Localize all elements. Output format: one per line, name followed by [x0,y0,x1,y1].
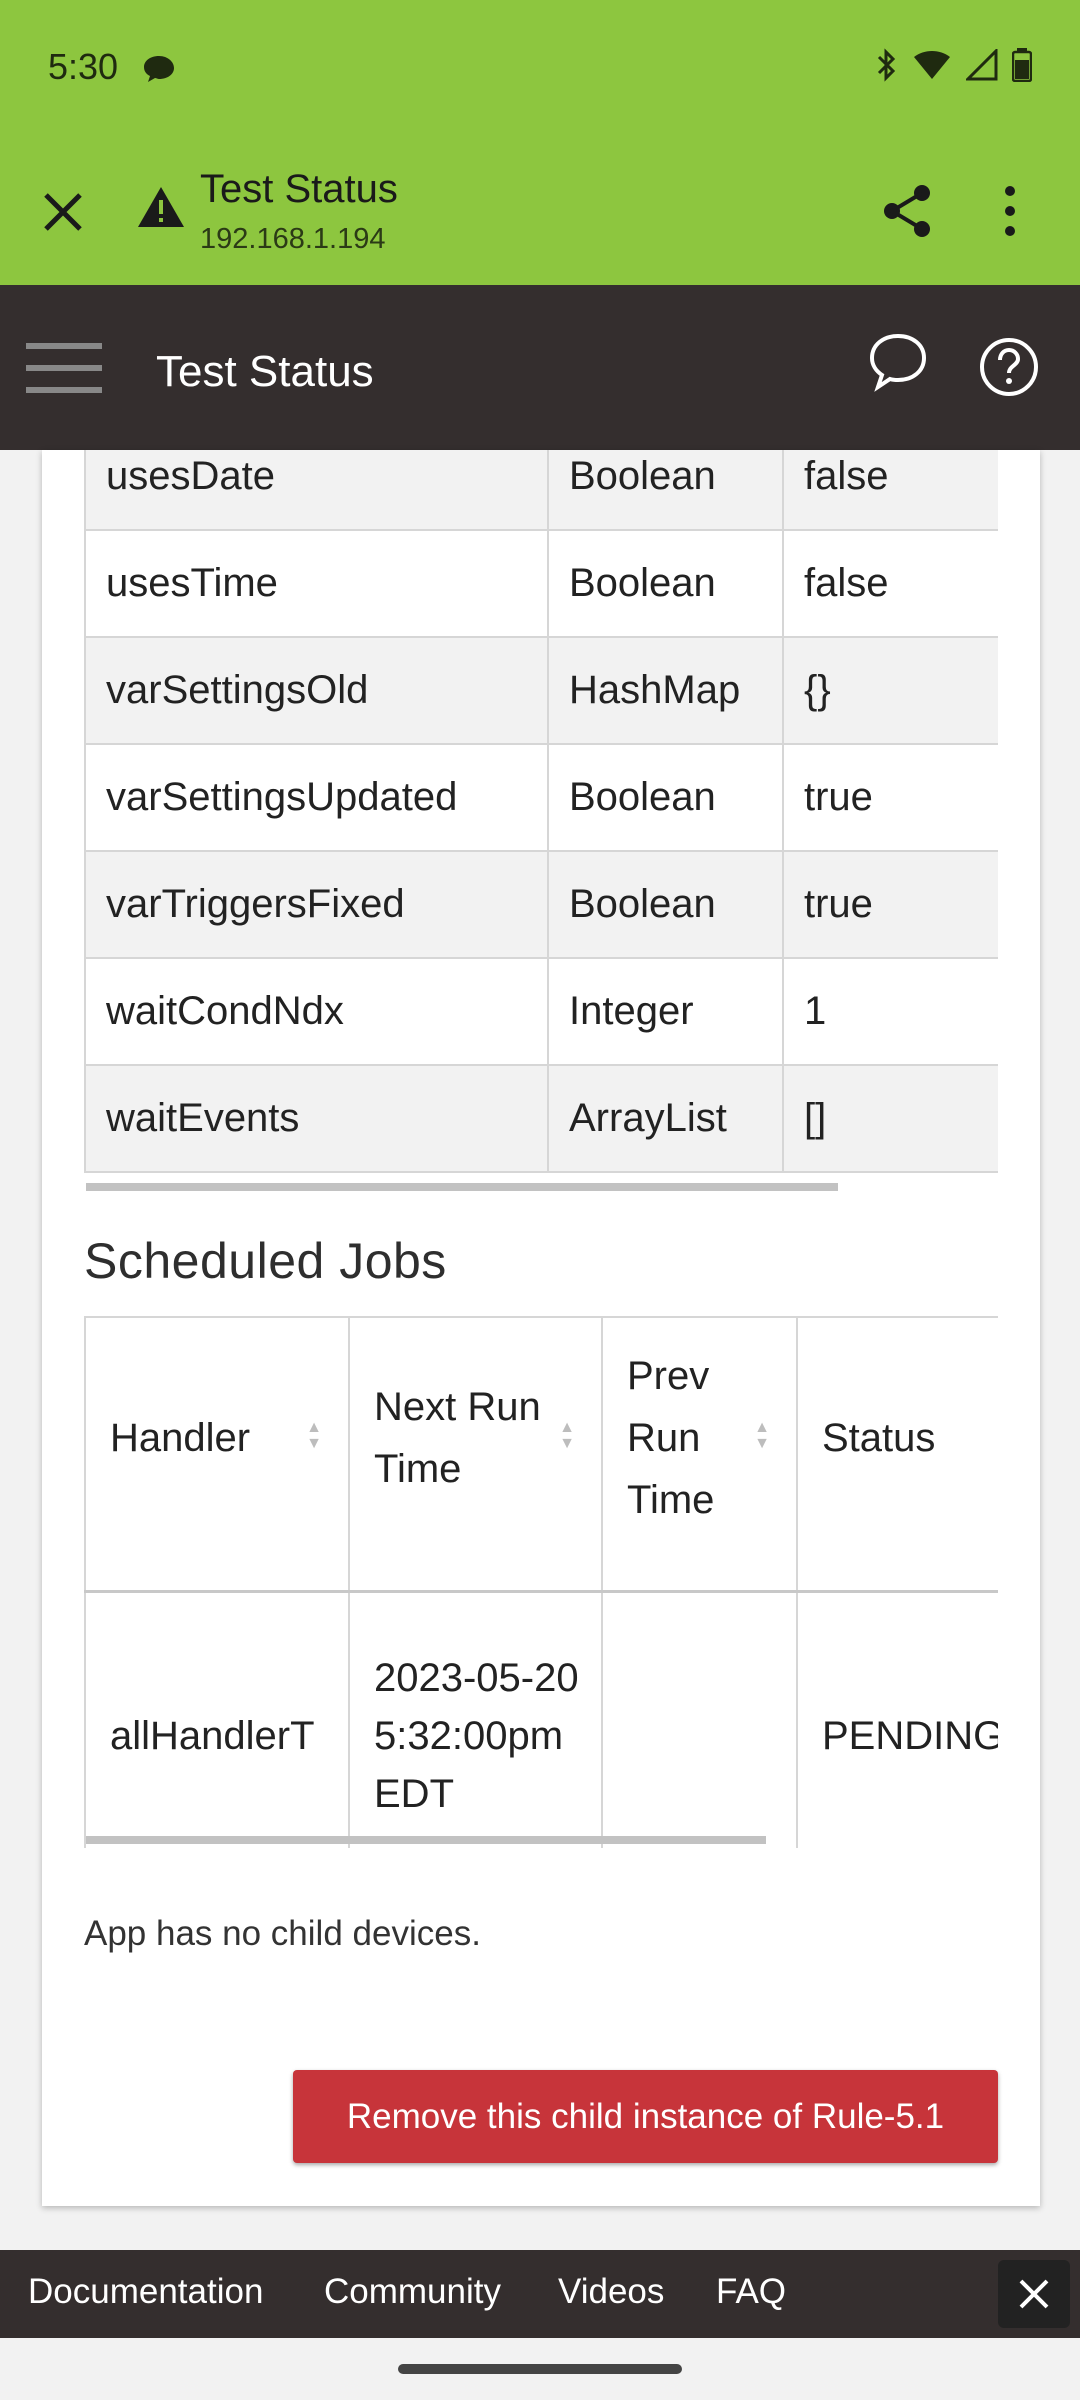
close-icon [1019,2279,1049,2309]
var-type: HashMap [547,636,784,745]
gesture-handle[interactable] [398,2364,682,2374]
table-row: usesTime Boolean false [84,529,998,638]
chat-icon[interactable] [868,332,928,392]
footer-link-documentation[interactable]: Documentation [28,2272,263,2312]
var-name: usesDate [84,450,549,531]
hamburger-menu-icon[interactable] [26,341,102,395]
close-footer-button[interactable] [998,2260,1070,2328]
var-value: true [782,850,998,959]
more-options-icon[interactable] [1000,185,1020,237]
table-row: usesDate Boolean false [84,450,998,531]
job-status: PENDING [796,1590,998,1848]
var-type: Boolean [547,743,784,852]
var-name: varTriggersFixed [84,850,549,959]
column-header-prev-run[interactable]: Prev Run Time ▲ ▼ [601,1316,798,1593]
browser-page-title: Test Status [200,167,398,211]
sort-arrows-icon: ▲ ▼ [559,1419,575,1452]
var-name: waitCondNdx [84,957,549,1066]
close-tab-icon[interactable] [38,187,88,237]
var-name: waitEvents [84,1064,549,1173]
scheduled-jobs-table: Handler ▲ ▼ Next Run Time ▲ ▼ Prev Run Time ▲… [84,1316,998,1848]
remove-child-instance-button[interactable]: Remove this child instance of Rule-5.1 [293,2070,998,2163]
table-row: waitEvents ArrayList [] [84,1064,998,1173]
browser-toolbar: Test Status 192.168.1.194 [0,135,1080,285]
var-value: false [782,450,998,531]
var-type: Boolean [547,529,784,638]
system-icons [874,48,1032,82]
status-bar: 5:30 [0,0,1080,135]
job-handler: allHandlerT [84,1590,350,1848]
job-prev-run [601,1590,798,1848]
footer-link-community[interactable]: Community [324,2272,501,2312]
status-time: 5:30 [48,46,119,87]
battery-icon [1012,48,1032,82]
table-row: allHandlerT 2023-05-20 5:32:00pm EDT PEN… [84,1590,998,1848]
var-name: varSettingsUpdated [84,743,549,852]
var-name: usesTime [84,529,549,638]
var-type: Boolean [547,450,784,531]
var-type: Boolean [547,850,784,959]
footer-nav: Documentation Community Videos FAQ [0,2250,1080,2338]
var-name: varSettingsOld [84,636,549,745]
var-value: 1 [782,957,998,1066]
footer-link-faq[interactable]: FAQ [716,2272,786,2312]
help-icon[interactable] [978,336,1040,398]
wifi-icon [914,51,950,79]
var-type: Integer [547,957,784,1066]
table-row: varSettingsOld HashMap {} [84,636,998,745]
column-header-handler[interactable]: Handler ▲ ▼ [84,1316,350,1593]
table-header-row: Handler ▲ ▼ Next Run Time ▲ ▼ Prev Run Time ▲… [84,1316,998,1593]
browser-url[interactable]: 192.168.1.194 [200,223,385,256]
cell-signal-icon [966,49,998,81]
column-header-status[interactable]: Status▲▼ [796,1316,998,1593]
sort-arrows-icon: ▲ ▼ [306,1419,322,1452]
state-variables-table-scroll[interactable]: usesDate Boolean false usesTime Boolean … [84,450,998,1197]
scheduled-jobs-table-scroll[interactable]: Handler ▲ ▼ Next Run Time ▲ ▼ Prev Run Time ▲… [84,1316,998,1848]
sort-arrows-icon: ▲ ▼ [754,1419,770,1452]
app-title: Test Status [156,347,374,396]
variables-horizontal-scrollbar[interactable] [86,1183,838,1191]
table-row: varTriggersFixed Boolean true [84,850,998,959]
state-variables-table: usesDate Boolean false usesTime Boolean … [84,450,998,1173]
footer-link-videos[interactable]: Videos [558,2272,664,2312]
jobs-horizontal-scrollbar[interactable] [86,1836,766,1844]
var-value: [] [782,1064,998,1173]
share-icon[interactable] [880,183,934,239]
table-row: waitCondNdx Integer 1 [84,957,998,1066]
var-value: true [782,743,998,852]
system-navigation-bar [0,2338,1080,2400]
table-row: varSettingsUpdated Boolean true [84,743,998,852]
scheduled-jobs-heading: Scheduled Jobs [84,1233,447,1289]
no-child-devices-text: App has no child devices. [84,1914,481,1953]
var-type: ArrayList [547,1064,784,1173]
message-notification-icon [144,56,174,82]
var-value: false [782,529,998,638]
job-next-run: 2023-05-20 5:32:00pm EDT [348,1590,603,1848]
bluetooth-icon [877,48,896,82]
var-value: {} [782,636,998,745]
warning-icon[interactable] [136,185,186,229]
column-header-next-run[interactable]: Next Run Time ▲ ▼ [348,1316,603,1593]
